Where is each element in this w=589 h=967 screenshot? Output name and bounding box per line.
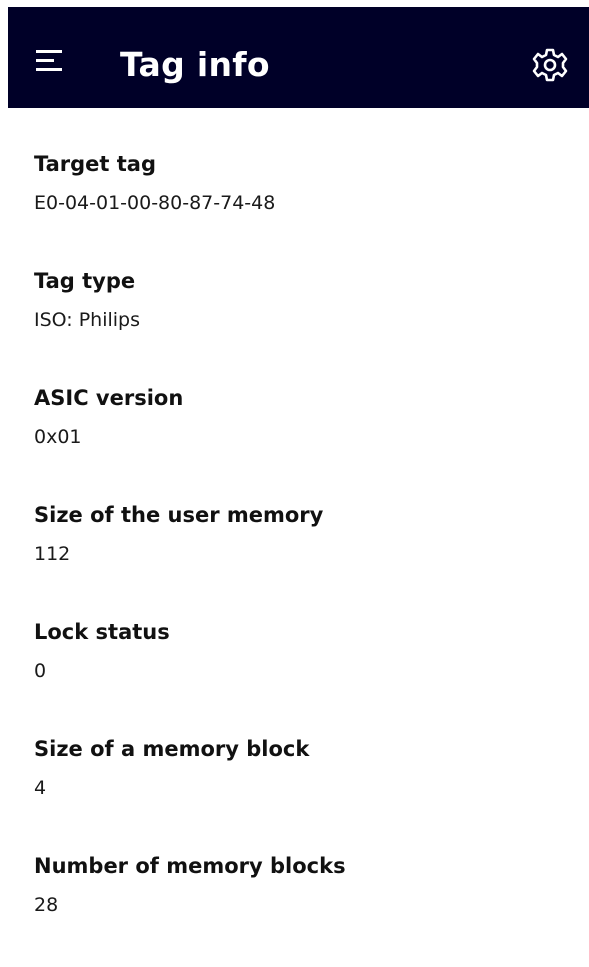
- field-value: 0: [34, 660, 47, 682]
- app-bar: Tag info: [8, 7, 589, 108]
- field-tag-type: Tag type ISO: Philips: [34, 265, 574, 382]
- hamburger-menu-icon: [36, 50, 62, 71]
- field-user-memory-size: Size of the user memory 112: [34, 499, 574, 616]
- field-value: ISO: Philips: [34, 309, 141, 331]
- field-label: ASIC version: [34, 386, 184, 410]
- field-label: Size of the user memory: [34, 503, 324, 527]
- field-label: Size of a memory block: [34, 737, 310, 761]
- field-value: E0-04-01-00-80-87-74-48: [34, 192, 276, 214]
- field-memory-block-size: Size of a memory block 4: [34, 733, 574, 850]
- field-label: Target tag: [34, 152, 157, 176]
- field-value: 0x01: [34, 426, 82, 448]
- field-lock-status: Lock status 0: [34, 616, 574, 733]
- settings-button[interactable]: [530, 45, 570, 85]
- tag-info-list: Target tag E0-04-01-00-80-87-74-48 Tag t…: [34, 148, 574, 967]
- field-label: Lock status: [34, 620, 170, 644]
- field-value: 112: [34, 543, 71, 565]
- field-label: Tag type: [34, 269, 136, 293]
- field-value: 28: [34, 894, 59, 916]
- gear-icon: [532, 48, 568, 82]
- field-value: 4: [34, 777, 47, 799]
- field-target-tag: Target tag E0-04-01-00-80-87-74-48: [34, 148, 574, 265]
- field-memory-block-count: Number of memory blocks 28: [34, 850, 574, 967]
- field-label: Number of memory blocks: [34, 854, 346, 878]
- page-title: Tag info: [120, 45, 270, 84]
- menu-button[interactable]: [32, 43, 72, 83]
- field-asic-version: ASIC version 0x01: [34, 382, 574, 499]
